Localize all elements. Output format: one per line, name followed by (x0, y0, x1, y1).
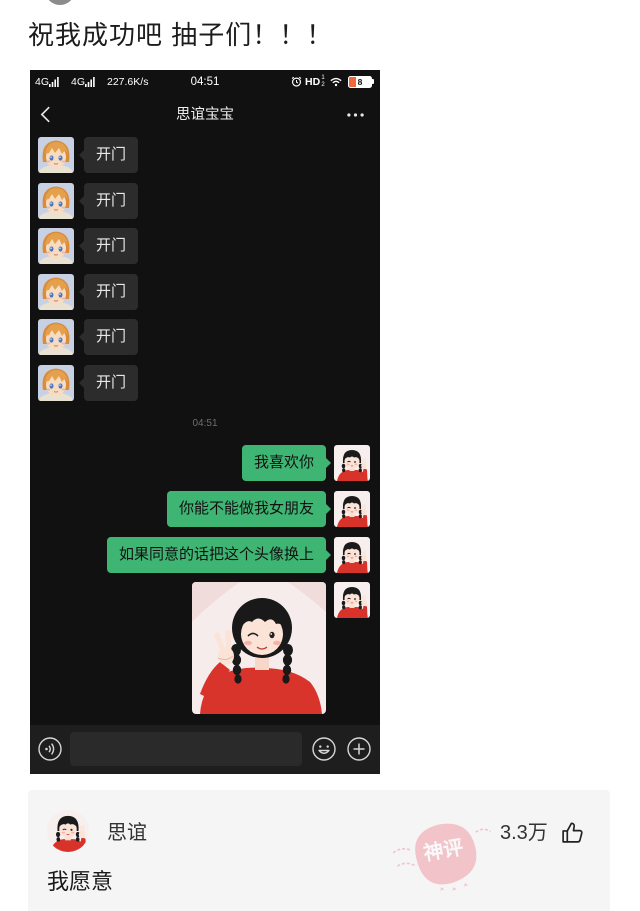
top-comment-card[interactable]: 神评 思谊 3.3万 我愿意 (28, 790, 610, 911)
contact-avatar (38, 319, 74, 355)
incoming-message-row: 开门 (30, 228, 380, 264)
contact-avatar (38, 137, 74, 173)
message-timestamp: 04:51 (192, 418, 218, 429)
wifi-icon (330, 77, 342, 87)
incoming-bubble: 开门 (78, 365, 139, 401)
comment-like-count[interactable]: 3.3万 (500, 821, 548, 845)
image-message (192, 582, 326, 714)
comment-text: 我愿意 (47, 869, 114, 894)
thumbs-up-icon[interactable] (560, 820, 585, 845)
hd-sim-digits: 1 2 (320, 75, 326, 88)
chat-title: 思谊宝宝 (176, 107, 234, 123)
contact-avatar (38, 365, 74, 401)
voice-icon (38, 737, 62, 761)
comment-author-name[interactable]: 思谊 (107, 821, 147, 845)
contact-avatar (38, 228, 74, 264)
incoming-bubble: 开门 (78, 137, 139, 173)
incoming-message-row: 开门 (30, 319, 380, 355)
incoming-message-row: 开门 (30, 365, 380, 401)
self-avatar (334, 445, 370, 481)
outgoing-bubble: 我喜欢你 (241, 445, 332, 481)
incoming-message-row: 开门 (30, 183, 380, 219)
post-author-avatar[interactable] (45, 0, 75, 5)
incoming-bubble: 开门 (78, 319, 139, 355)
incoming-message-row: 开门 (30, 274, 380, 310)
outgoing-bubble: 如果同意的话把这个头像换上 (106, 537, 332, 573)
god-comment-stamp: 神评 (388, 806, 500, 902)
chat-input-bar (30, 725, 380, 774)
status-time: 04:51 (190, 76, 220, 88)
emoji-icon (312, 737, 336, 761)
chat-header: 思谊宝宝 (30, 94, 380, 136)
outgoing-message-row: 我喜欢你 (30, 445, 380, 481)
incoming-bubble: 开门 (78, 274, 139, 310)
hd-sub: 2 (321, 81, 325, 88)
plus-icon (347, 737, 371, 761)
incoming-bubble: 开门 (78, 183, 139, 219)
incoming-message-row: 开门 (30, 137, 380, 173)
more-dots-icon (347, 113, 364, 117)
outgoing-message-row: 如果同意的话把这个头像换上 (30, 537, 380, 573)
self-avatar (334, 582, 370, 618)
outgoing-message-row: 你能不能做我女朋友 (30, 491, 380, 527)
contact-avatar (38, 183, 74, 219)
battery-tip (372, 79, 374, 84)
chat-screenshot-image[interactable]: 4G 4G 227.6K/s 04:51 HD 1 2 8 思谊宝宝 开门 开门… (30, 70, 380, 774)
hd-indicator: HD (305, 76, 321, 88)
self-avatar (334, 491, 370, 527)
contact-avatar (38, 274, 74, 310)
comment-author-avatar[interactable] (47, 810, 89, 852)
battery-icon: 8 (348, 76, 372, 88)
outgoing-bubble: 你能不能做我女朋友 (166, 491, 332, 527)
status-bar: 4G 4G 227.6K/s 04:51 HD 1 2 8 (30, 70, 380, 94)
self-avatar (334, 537, 370, 573)
post-text: 祝我成功吧 抽子们！！！ (28, 20, 334, 50)
alarm-icon (291, 76, 302, 87)
message-input (70, 732, 302, 766)
incoming-bubble: 开门 (78, 228, 139, 264)
